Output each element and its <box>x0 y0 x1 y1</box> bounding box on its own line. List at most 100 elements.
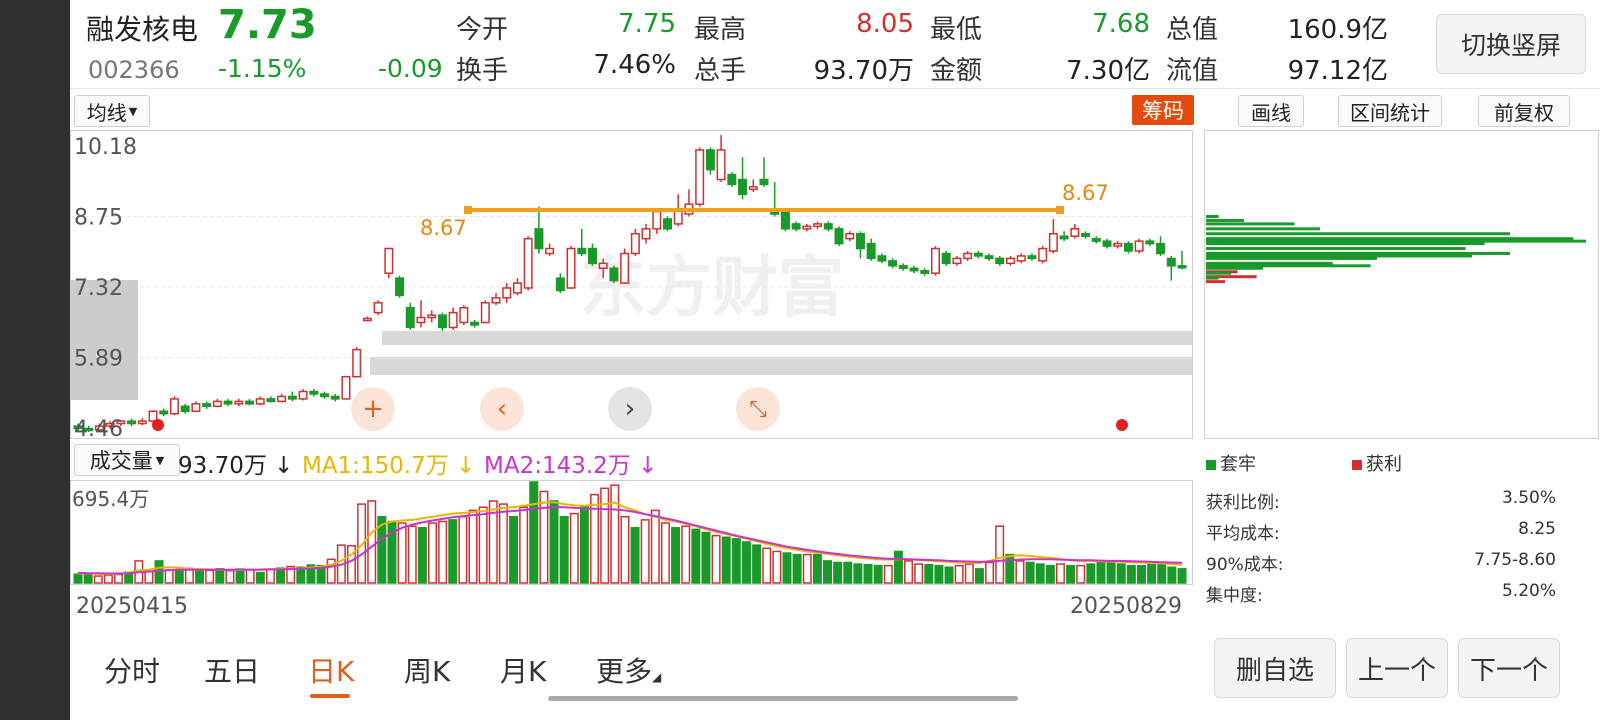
candle-body <box>1123 242 1133 252</box>
high-value: 8.05 <box>856 9 914 39</box>
adjust-mode-button[interactable]: 前复权 <box>1478 95 1570 127</box>
volume-bar <box>174 568 184 584</box>
ma-select[interactable]: 均线 ▼ <box>74 95 150 127</box>
volume-bar <box>853 563 863 584</box>
draw-line-button[interactable]: 画线 <box>1238 95 1304 127</box>
candle <box>663 216 673 232</box>
volume-chart[interactable]: 695.4万 <box>70 480 1194 586</box>
volume-bar <box>934 564 944 584</box>
candle-body <box>1145 240 1155 245</box>
candle <box>480 300 490 324</box>
chevron-left-icon[interactable]: ‹ <box>480 387 524 431</box>
tab-monthly-k[interactable]: 月K <box>500 650 546 690</box>
candle <box>459 305 469 325</box>
volume-bar <box>630 527 640 584</box>
candle-body <box>341 375 351 400</box>
high-label: 最高 <box>694 15 747 45</box>
volume-bar <box>1015 560 1025 584</box>
candle-body <box>534 228 544 250</box>
concentration-label: 集中度: <box>1206 586 1263 606</box>
remove-watchlist-button[interactable]: 删自选 <box>1214 638 1336 698</box>
volume-bar <box>519 506 529 584</box>
volume-bar <box>103 574 113 584</box>
profit-ratio-label: 获利比例: <box>1206 493 1280 513</box>
chip-loss-bar <box>1206 266 1263 270</box>
volume-bar <box>1136 564 1146 584</box>
candle-body <box>395 277 405 297</box>
candle-body <box>577 247 587 255</box>
ma1-label: MA1:150.7万 <box>302 453 449 479</box>
mktcap-value: 160.9亿 <box>1287 15 1388 45</box>
ma-select-label: 均线 <box>86 100 127 125</box>
volume-bar <box>914 563 924 584</box>
volume-bar <box>195 570 205 584</box>
candle <box>373 300 383 316</box>
volume-bar <box>265 568 275 584</box>
candle-body <box>330 395 340 400</box>
candle <box>1123 241 1133 254</box>
candle-body <box>212 400 222 408</box>
candle-body <box>952 257 962 265</box>
chip-profit-bar <box>1206 280 1225 284</box>
volume-indicator-select[interactable]: 成交量 ▼ <box>74 444 180 476</box>
chip-loss-bar <box>1206 256 1377 260</box>
candle-body <box>223 400 233 405</box>
candle-body <box>127 420 137 425</box>
volume-bar <box>691 528 701 584</box>
volume-bar <box>1147 563 1157 584</box>
candle-body <box>1134 240 1144 252</box>
date-end: 20250829 <box>1070 594 1182 619</box>
cost-label-right: 8.67 <box>1062 181 1109 205</box>
candle-body <box>705 149 715 171</box>
candle-body <box>244 400 254 405</box>
candle-body <box>191 403 201 412</box>
price-axis-label: 10.18 <box>74 135 137 160</box>
volume-bar <box>904 560 914 584</box>
candle-body <box>287 395 297 400</box>
volume-bar <box>762 547 772 584</box>
tab-weekly-k[interactable]: 周K <box>404 650 450 690</box>
volume-bar <box>367 500 377 584</box>
volume-bar <box>579 506 589 584</box>
tab-more[interactable]: 更多◢ <box>596 650 661 690</box>
stock-name: 融发核电 <box>86 13 199 46</box>
cost-line-end-marker <box>1056 206 1064 214</box>
volume-bar <box>1167 566 1177 584</box>
stock-price: 7.73 <box>218 2 317 48</box>
prev-stock-button[interactable]: 上一个 <box>1346 638 1448 698</box>
chip-legend-profit: 获利 <box>1352 450 1402 476</box>
volume-bar <box>721 536 731 584</box>
open-label: 今开 <box>456 15 509 45</box>
candle-body <box>480 302 490 324</box>
volume-bar <box>1066 564 1076 584</box>
tab-five-day[interactable]: 五日 <box>204 650 260 690</box>
volume-bar <box>995 525 1005 584</box>
candle-body <box>920 269 930 274</box>
candle-body <box>845 233 855 240</box>
volume-bar <box>73 573 83 584</box>
candle <box>523 236 533 291</box>
candle-body <box>1048 233 1058 252</box>
candle-body <box>813 223 823 228</box>
shrink-icon[interactable]: ⤡ <box>736 387 780 431</box>
tab-daily-k[interactable]: 日K <box>308 650 354 690</box>
price-axis-label: 4.46 <box>74 417 123 440</box>
range-stats-button[interactable]: 区间统计 <box>1338 95 1442 127</box>
open-value: 7.75 <box>618 9 676 39</box>
crosshair-icon[interactable]: + <box>351 387 395 431</box>
marker-dot-right <box>1116 419 1128 431</box>
candle-body <box>652 210 662 230</box>
volume-bar <box>1126 564 1136 584</box>
next-stock-button[interactable]: 下一个 <box>1458 638 1560 698</box>
candle-body <box>502 287 512 299</box>
chevron-right-nav-icon[interactable]: › <box>608 387 652 431</box>
chip-frame <box>1204 130 1599 439</box>
chip-toggle-button[interactable]: 筹码 <box>1132 95 1194 125</box>
volume-bar <box>438 520 448 584</box>
tab-intraday[interactable]: 分时 <box>104 650 160 690</box>
switch-portrait-button[interactable]: 切换竖屏 <box>1436 14 1586 74</box>
volume-bar <box>245 568 255 584</box>
date-start: 20250415 <box>76 594 188 619</box>
candle-body <box>437 314 447 329</box>
candle <box>341 375 351 400</box>
